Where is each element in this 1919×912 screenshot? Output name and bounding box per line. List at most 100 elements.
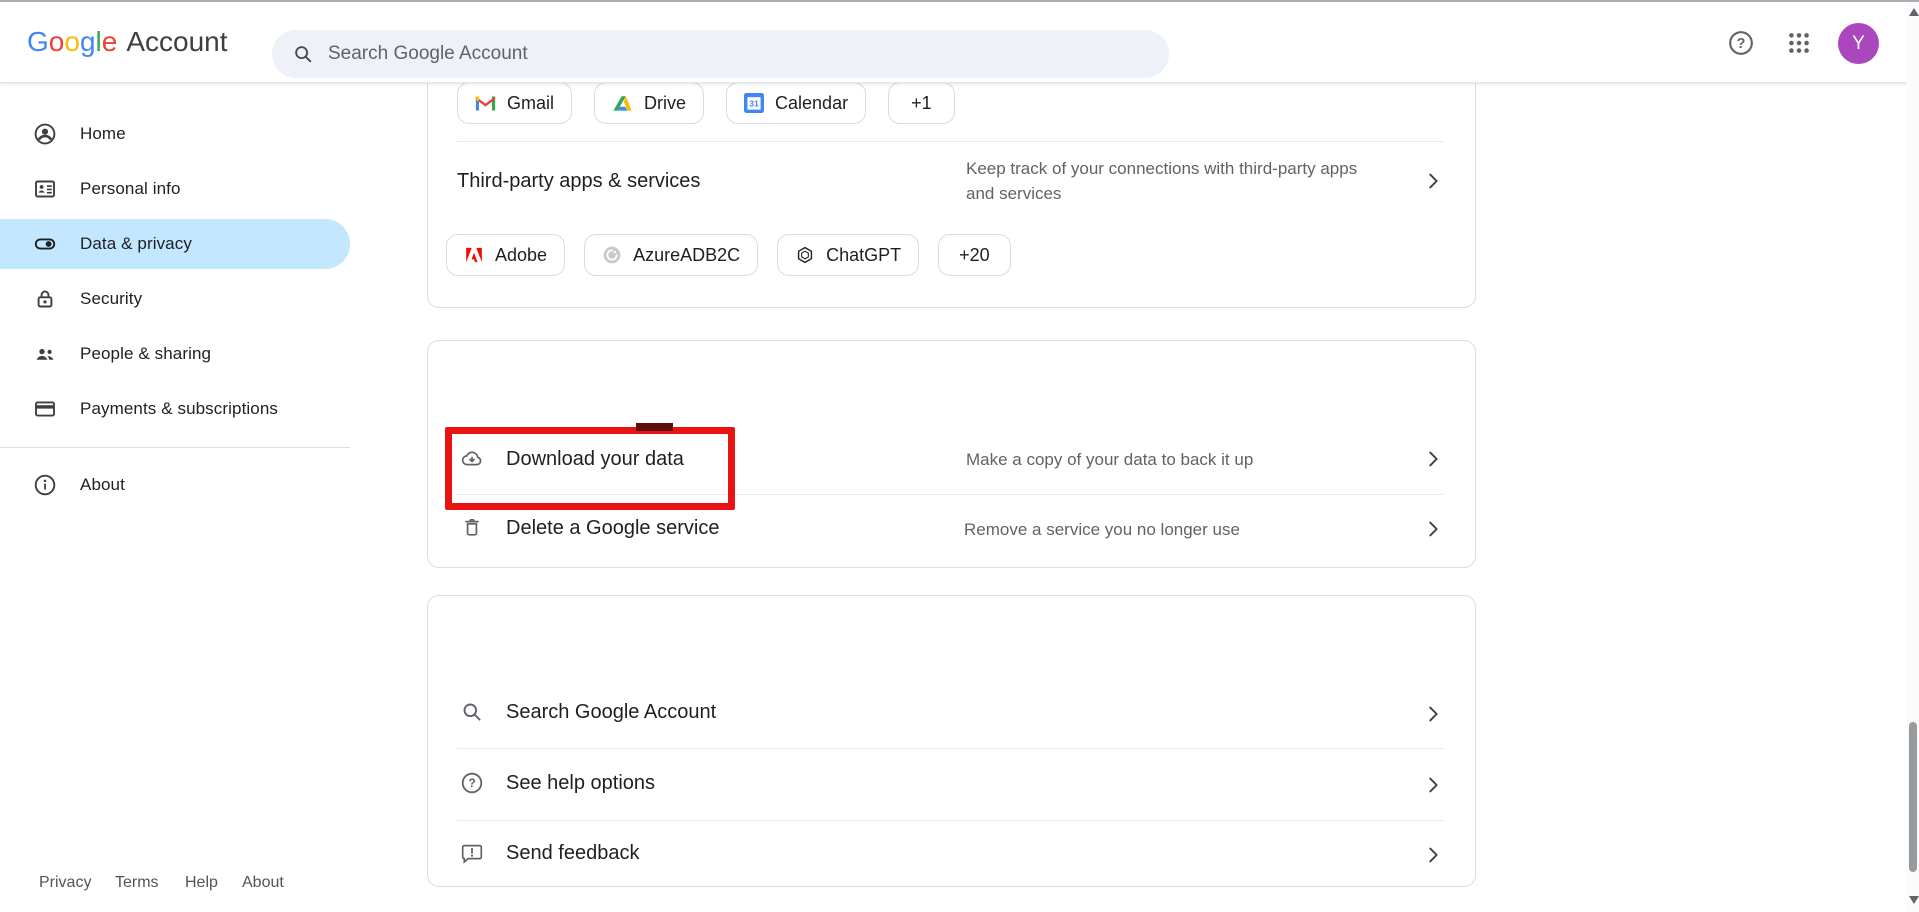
sidebar-item-payments[interactable]: Payments & subscriptions [0, 384, 350, 434]
svg-text:31: 31 [749, 99, 759, 109]
apps-grid-icon [1786, 30, 1812, 56]
chip-label: Calendar [775, 93, 848, 114]
scrollbar-track[interactable] [1907, 0, 1919, 912]
scrollbar-up-arrow[interactable] [1909, 8, 1919, 16]
logo-letter: o [49, 26, 65, 58]
card-divider [457, 141, 1444, 142]
sidebar-item-label: Payments & subscriptions [80, 399, 278, 419]
row-send-feedback[interactable]: Send feedback [427, 820, 1474, 885]
help-icon: ? [1727, 29, 1755, 57]
sidebar-item-about[interactable]: About [0, 460, 350, 510]
logo-letter: e [102, 26, 118, 58]
row-third-party-apps[interactable]: Third-party apps & services Keep track o… [427, 146, 1474, 216]
sidebar-item-personal-info[interactable]: Personal info [0, 164, 350, 214]
row-description: Remove a service you no longer use [964, 517, 1240, 542]
row-label: Send feedback [506, 841, 639, 865]
sidebar-item-label: Personal info [80, 179, 181, 199]
row-description: Keep track of your connections with thir… [966, 156, 1406, 206]
contact-card-icon [33, 177, 57, 201]
footer-link-about[interactable]: About [242, 874, 284, 892]
chip-label: Drive [644, 93, 686, 114]
chevron-right-icon [1422, 703, 1444, 725]
sidebar-item-data-privacy[interactable]: Data & privacy [0, 219, 350, 269]
logo-product-name: Account [126, 26, 227, 58]
chevron-right-icon [1422, 170, 1444, 192]
row-label: See help options [506, 771, 655, 795]
chip-drive[interactable]: Drive [594, 82, 704, 124]
help-circle-icon: ? [460, 771, 484, 795]
logo-letter: o [64, 26, 80, 58]
sidebar-item-home[interactable]: Home [0, 109, 350, 159]
footer-link-terms[interactable]: Terms [115, 874, 159, 892]
google-account-logo[interactable]: G o o g l e Account [27, 2, 228, 82]
sidebar-item-label: About [80, 475, 125, 495]
row-label: Search Google Account [506, 700, 716, 724]
apps-grid-button[interactable] [1785, 29, 1813, 57]
chip-gmail[interactable]: Gmail [457, 82, 572, 124]
chip-label: AzureADB2C [633, 245, 740, 266]
chevron-right-icon [1422, 448, 1444, 470]
svg-text:?: ? [1737, 36, 1746, 52]
sidebar-item-label: People & sharing [80, 344, 211, 364]
account-search-input[interactable]: Search Google Account [272, 30, 1169, 78]
logo-letter: g [80, 26, 96, 58]
logo-letter: G [27, 26, 49, 58]
account-avatar[interactable]: Y [1838, 23, 1879, 64]
footer-link-help[interactable]: Help [185, 874, 218, 892]
chip-adobe[interactable]: Adobe [446, 234, 565, 276]
chip-label: Gmail [507, 93, 554, 114]
chip-more-apps[interactable]: +1 [888, 82, 955, 124]
chip-label: +20 [959, 245, 990, 266]
feedback-icon [460, 841, 484, 865]
row-search-google-account[interactable]: Search Google Account [427, 677, 1474, 748]
toggle-icon [33, 232, 57, 256]
people-icon [33, 342, 57, 366]
drive-icon [612, 94, 633, 113]
chip-label: ChatGPT [826, 245, 901, 266]
help-button[interactable]: ? [1727, 29, 1755, 57]
cloud-download-icon [460, 447, 484, 471]
sidebar-item-people-sharing[interactable]: People & sharing [0, 329, 350, 379]
sidebar-divider [0, 447, 350, 448]
info-icon [33, 473, 57, 497]
chip-azureadb2c[interactable]: AzureADB2C [584, 234, 758, 276]
chevron-right-icon [1422, 774, 1444, 796]
trash-icon [460, 515, 484, 539]
row-description: Make a copy of your data to back it up [966, 447, 1253, 472]
openai-icon [795, 245, 815, 265]
chevron-right-icon [1422, 518, 1444, 540]
chip-label: Adobe [495, 245, 547, 266]
lock-icon [33, 287, 57, 311]
row-title: Third-party apps & services [457, 169, 700, 193]
footer-link-privacy[interactable]: Privacy [39, 874, 91, 892]
credit-card-icon [33, 397, 57, 421]
search-placeholder: Search Google Account [328, 43, 528, 65]
sidebar-item-security[interactable]: Security [0, 274, 350, 324]
connection-chips-row: Adobe AzureADB2C ChatGPT +20 [446, 234, 1011, 276]
row-download-your-data[interactable]: Download your data Make a copy of your d… [427, 425, 1474, 493]
row-label: Delete a Google service [506, 516, 719, 540]
chip-calendar[interactable]: 31 Calendar [726, 82, 866, 124]
row-label: Download your data [506, 447, 684, 471]
adobe-icon [464, 246, 484, 264]
scrollbar-thumb[interactable] [1909, 722, 1917, 872]
chevron-right-icon [1422, 844, 1444, 866]
search-icon [292, 43, 314, 65]
sidebar-item-label: Home [80, 124, 126, 144]
avatar-letter: Y [1852, 33, 1865, 55]
row-delete-google-service[interactable]: Delete a Google service Remove a service… [427, 494, 1474, 563]
sidebar-item-label: Security [80, 289, 142, 309]
sidebar-item-label: Data & privacy [80, 234, 192, 254]
google-account-page: G o o g l e Account Search Google Accoun… [0, 0, 1919, 912]
svg-text:?: ? [468, 776, 475, 790]
scrollbar-down-arrow[interactable] [1909, 896, 1919, 904]
window-top-edge [0, 0, 1919, 2]
app-header: G o o g l e Account Search Google Accoun… [0, 2, 1919, 83]
row-see-help-options[interactable]: ? See help options [427, 748, 1474, 820]
calendar-icon: 31 [744, 93, 764, 113]
chip-label: +1 [911, 93, 932, 114]
chip-chatgpt[interactable]: ChatGPT [777, 234, 919, 276]
search-icon [460, 700, 484, 724]
azure-generic-icon [602, 245, 622, 265]
chip-more-connections[interactable]: +20 [938, 234, 1011, 276]
